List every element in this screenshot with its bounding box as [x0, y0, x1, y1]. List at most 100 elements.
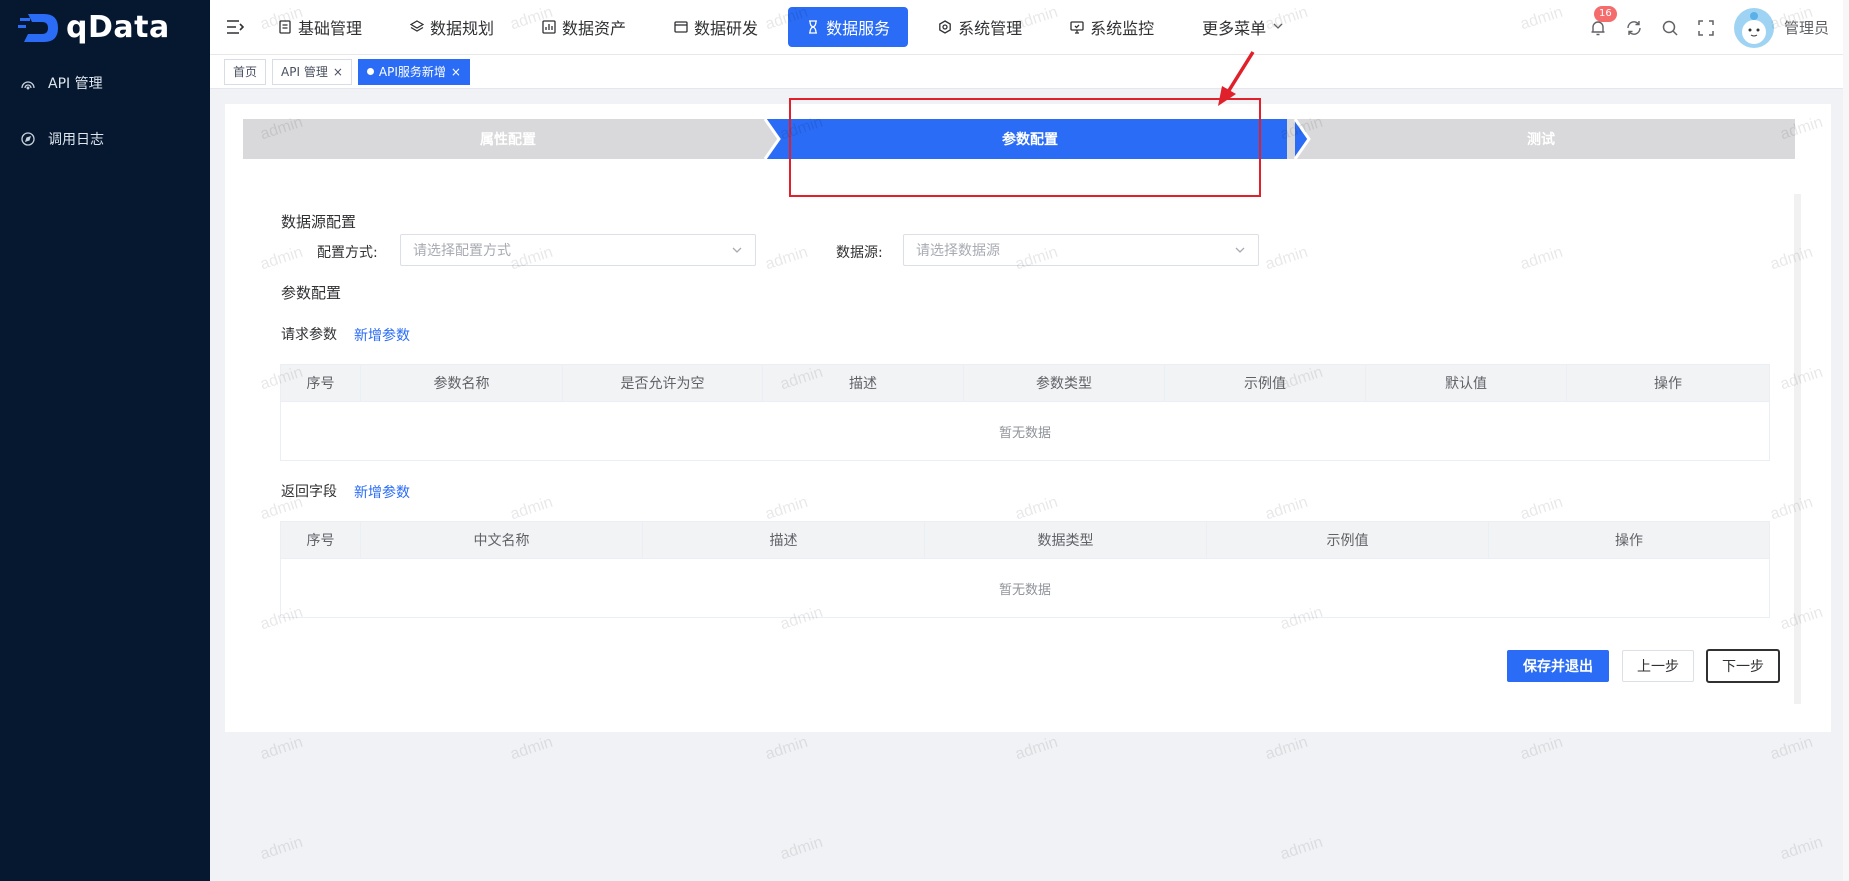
table-header-cell: 示例值: [1207, 522, 1489, 558]
nav-item-data-service[interactable]: 数据服务: [788, 7, 909, 47]
layers-icon: [410, 20, 425, 34]
tab-strip: 首页 API 管理 × API服务新增 ×: [210, 55, 1849, 89]
watermark-text: admin: [1768, 733, 1815, 764]
bell-icon[interactable]: 16: [1588, 5, 1617, 38]
nav-item-data-assets[interactable]: 数据资产: [524, 7, 644, 47]
table-header: 序号 参数名称 是否允许为空 描述 参数类型 示例值 默认值 操作: [281, 365, 1769, 401]
config-method-label: 配置方式:: [317, 245, 378, 261]
step-separator: [1293, 119, 1311, 159]
notification-badge: 16: [1593, 5, 1617, 22]
app-name: qData: [66, 10, 170, 45]
step-label: 测试: [1527, 132, 1555, 148]
menu-toggle-icon[interactable]: [210, 0, 260, 55]
top-navbar: 基础管理 数据规划 数据资产 数据研发 数据服务 系统管理 系统监控 更多菜单: [210, 0, 1849, 55]
compass-icon: [20, 131, 36, 147]
sidebar-item-call-log[interactable]: 调用日志: [0, 111, 210, 167]
nav-item-data-development[interactable]: 数据研发: [656, 7, 776, 47]
tab-home[interactable]: 首页: [224, 58, 267, 85]
nav-item-basic-management[interactable]: 基础管理: [260, 7, 380, 47]
watermark-text: admin: [778, 833, 825, 864]
datasource-placeholder: 请选择数据源: [916, 243, 1000, 259]
table-header-cell: 序号: [281, 365, 361, 401]
table-header-cell: 操作: [1615, 533, 1643, 549]
request-params-table: 序号 参数名称 是否允许为空 描述 参数类型 示例值 默认值 操作 暂无数据: [280, 364, 1770, 461]
table-header-cell: 中文名称: [361, 522, 643, 558]
watermark-text: admin: [1518, 733, 1565, 764]
next-step-button[interactable]: 下一步: [1706, 649, 1780, 683]
watermark-text: admin: [1263, 733, 1310, 764]
active-dot: [366, 68, 374, 75]
close-icon[interactable]: ×: [333, 65, 343, 79]
prev-step-button[interactable]: 上一步: [1622, 650, 1694, 682]
top-right-tools: 16 管理员: [1572, 0, 1829, 55]
document-icon: [278, 20, 292, 34]
nav-item-label: 数据资产: [562, 19, 627, 38]
report-icon: [542, 20, 556, 34]
page-scrollbar[interactable]: [1843, 0, 1849, 881]
chevron-down-icon: [1234, 244, 1246, 260]
config-method-placeholder: 请选择配置方式: [413, 243, 511, 259]
card-scrollbar[interactable]: [1794, 194, 1801, 704]
nav-item-system-management[interactable]: 系统管理: [920, 7, 1040, 47]
qdata-logo-icon: [18, 10, 62, 46]
close-icon[interactable]: ×: [451, 65, 461, 79]
avatar[interactable]: [1733, 7, 1774, 48]
table-header: 序号 中文名称 描述 数据类型 示例值 操作: [281, 522, 1769, 558]
table-header-cell: 描述: [763, 365, 964, 401]
tab-api-management[interactable]: API 管理 ×: [272, 58, 352, 85]
watermark-text: admin: [258, 833, 305, 864]
nav-more-menu[interactable]: 更多菜单: [1184, 7, 1304, 47]
sidebar: qData API 管理 调用日志: [0, 0, 210, 881]
app-logo[interactable]: qData: [0, 0, 210, 55]
fullscreen-icon[interactable]: [1696, 18, 1716, 38]
window-icon: [674, 20, 688, 34]
add-request-param-button[interactable]: 新增参数: [354, 325, 410, 345]
table-empty-text: 暂无数据: [281, 558, 1769, 617]
user-name[interactable]: 管理员: [1784, 17, 1829, 38]
nav-item-label: 数据规划: [430, 19, 495, 38]
watermark-text: admin: [1778, 833, 1825, 864]
table-header-cell: 描述: [643, 522, 925, 558]
response-fields-title: 返回字段: [281, 484, 337, 500]
watermark-text: admin: [1013, 733, 1060, 764]
main-card: 属性配置 参数配置 测试 数据源配置 配置方式: 请选择配置方式 数据源: 请选…: [225, 104, 1831, 732]
add-response-field-button[interactable]: 新增参数: [354, 482, 410, 502]
table-header-cell: 是否允许为空: [563, 365, 763, 401]
monitor-icon: [1070, 20, 1084, 34]
save-exit-button[interactable]: 保存并退出: [1507, 650, 1609, 682]
watermark-text: admin: [508, 733, 555, 764]
nav-item-label: 基础管理: [298, 19, 363, 38]
sidebar-item-label: 调用日志: [48, 132, 104, 148]
response-fields-table: 序号 中文名称 描述 数据类型 示例值 操作 暂无数据: [280, 521, 1770, 618]
table-header-cell: 示例值: [1165, 365, 1366, 401]
table-empty-text: 暂无数据: [281, 401, 1769, 460]
nav-item-label: 数据服务: [826, 19, 891, 38]
request-params-title: 请求参数: [281, 327, 337, 343]
highlight-box: [789, 98, 1261, 197]
datasource-select[interactable]: 请选择数据源: [903, 234, 1259, 266]
table-header-cell: 序号: [281, 522, 361, 558]
nav-item-label: 数据研发: [694, 19, 759, 38]
watermark-text: admin: [763, 733, 810, 764]
step-label: 属性配置: [480, 132, 536, 148]
search-icon[interactable]: [1660, 18, 1680, 38]
datasource-label: 数据源:: [836, 245, 883, 261]
step-attribute-config[interactable]: 属性配置: [243, 119, 773, 159]
nav-item-label: 系统管理: [958, 19, 1023, 38]
nav-item-data-planning[interactable]: 数据规划: [392, 7, 512, 47]
tab-api-service-new[interactable]: API服务新增 ×: [357, 58, 470, 85]
step-test[interactable]: 测试: [1287, 119, 1795, 159]
chevron-down-icon: [1272, 20, 1286, 34]
tab-label: 首页: [233, 65, 258, 79]
nav-item-system-monitor[interactable]: 系统监控: [1052, 7, 1172, 47]
datasource-section-title: 数据源配置: [281, 213, 357, 231]
gear-icon: [938, 20, 952, 34]
watermark-text: admin: [258, 733, 305, 764]
params-section-title: 参数配置: [281, 284, 342, 302]
hourglass-icon: [806, 20, 820, 34]
signal-icon: [20, 75, 36, 91]
sidebar-item-api-management[interactable]: API 管理: [0, 55, 210, 111]
refresh-icon[interactable]: [1624, 18, 1644, 38]
nav-item-label: 系统监控: [1090, 19, 1155, 38]
config-method-select[interactable]: 请选择配置方式: [400, 234, 756, 266]
